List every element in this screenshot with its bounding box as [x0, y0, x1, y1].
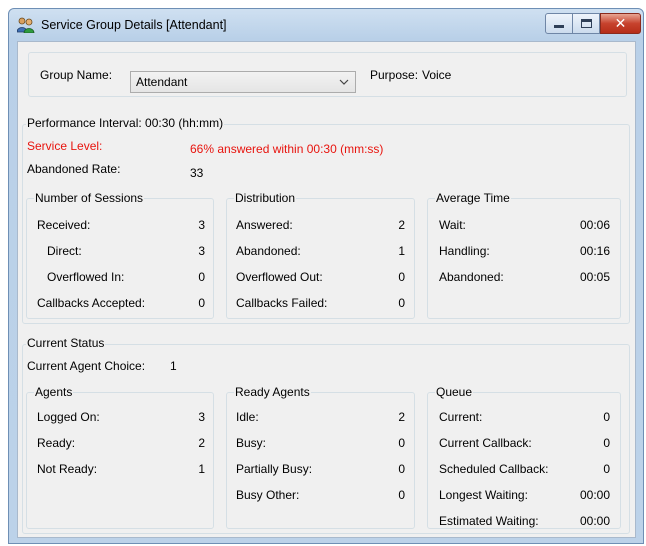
- estimated-waiting-value: 00:00: [579, 514, 610, 528]
- wait-value: 00:06: [579, 218, 610, 232]
- chevron-down-icon: [339, 79, 349, 85]
- performance-interval-panel: Performance Interval: 00:30 (hh:mm) Serv…: [22, 117, 630, 324]
- longest-waiting-value: 00:00: [579, 488, 610, 502]
- callbacks-accepted-label: Callbacks Accepted:: [37, 296, 146, 310]
- overflowed-out-value: 0: [398, 270, 405, 284]
- dialog-client-area: Group Name: Attendant Purpose: Voice Per…: [17, 41, 636, 538]
- queue-current-label: Current:: [439, 410, 483, 424]
- agents-group: Agents Logged On: 3 Ready: 2 Not Ready: …: [26, 386, 214, 529]
- group-name-label: Group Name:: [40, 68, 113, 82]
- ready-agents-group: Ready Agents Idle: 2 Busy: 0 Partially B…: [226, 386, 415, 529]
- service-level-label: Service Level:: [27, 139, 103, 153]
- not-ready-value: 1: [198, 462, 205, 476]
- current-agent-choice-value: 1: [170, 359, 177, 373]
- partially-busy-value: 0: [398, 462, 405, 476]
- average-time-group: Average Time Wait: 00:06 Handling: 00:16…: [427, 192, 621, 319]
- idle-label: Idle:: [236, 410, 259, 424]
- number-of-sessions-group: Number of Sessions Received: 3 Direct: 3…: [26, 192, 214, 319]
- group-name-dropdown[interactable]: Attendant: [130, 71, 356, 93]
- purpose-value: Voice: [422, 68, 452, 82]
- abandoned-label: Abandoned:: [236, 244, 301, 258]
- received-label: Received:: [37, 218, 91, 232]
- group-panel: Group Name: Attendant Purpose: Voice: [28, 52, 627, 97]
- minimize-button[interactable]: [545, 13, 573, 34]
- current-status-title: Current Status: [26, 336, 106, 350]
- performance-interval-title: Performance Interval: 00:30 (hh:mm): [26, 116, 225, 130]
- distribution-title: Distribution: [234, 191, 297, 205]
- callbacks-accepted-value: 0: [198, 296, 205, 310]
- handling-value: 00:16: [579, 244, 610, 258]
- ready-label: Ready:: [37, 436, 76, 450]
- longest-waiting-label: Longest Waiting:: [439, 488, 528, 502]
- current-status-panel: Current Status Current Agent Choice: 1 A…: [22, 337, 630, 534]
- agents-title: Agents: [34, 385, 74, 399]
- average-time-title: Average Time: [435, 191, 511, 205]
- current-agent-choice-label: Current Agent Choice:: [27, 359, 146, 373]
- title-bar[interactable]: Service Group Details [Attendant] ✕: [9, 9, 643, 41]
- overflowed-in-label: Overflowed In:: [47, 270, 125, 284]
- received-value: 3: [198, 218, 205, 232]
- ready-agents-title: Ready Agents: [234, 385, 311, 399]
- service-group-details-window: Service Group Details [Attendant] ✕ Grou…: [8, 8, 644, 544]
- handling-label: Handling:: [439, 244, 490, 258]
- wait-label: Wait:: [439, 218, 466, 232]
- overflowed-out-label: Overflowed Out:: [236, 270, 323, 284]
- callbacks-failed-label: Callbacks Failed:: [236, 296, 328, 310]
- avg-abandoned-label: Abandoned:: [439, 270, 504, 284]
- overflowed-in-value: 0: [198, 270, 205, 284]
- avg-abandoned-value: 00:05: [579, 270, 610, 284]
- close-button[interactable]: ✕: [600, 13, 641, 34]
- answered-label: Answered:: [236, 218, 293, 232]
- idle-value: 2: [398, 410, 405, 424]
- direct-value: 3: [198, 244, 205, 258]
- maximize-icon: [580, 19, 592, 28]
- service-level-value: 66% answered within 00:30 (mm:ss): [190, 142, 384, 156]
- busy-other-value: 0: [398, 488, 405, 502]
- number-of-sessions-title: Number of Sessions: [34, 191, 145, 205]
- minimize-icon: [554, 25, 564, 28]
- estimated-waiting-label: Estimated Waiting:: [439, 514, 539, 528]
- abandoned-value: 1: [398, 244, 405, 258]
- abandoned-rate-label: Abandoned Rate:: [27, 162, 121, 176]
- busy-value: 0: [398, 436, 405, 450]
- not-ready-label: Not Ready:: [37, 462, 98, 476]
- close-icon: ✕: [614, 15, 627, 32]
- queue-current-value: 0: [603, 410, 610, 424]
- window-title: Service Group Details [Attendant]: [41, 18, 227, 32]
- queue-group: Queue Current: 0 Current Callback: 0 Sch…: [427, 386, 621, 529]
- maximize-button[interactable]: [573, 13, 600, 34]
- busy-other-label: Busy Other:: [236, 488, 300, 502]
- purpose-label: Purpose:: [370, 68, 419, 82]
- people-app-icon: [17, 17, 35, 33]
- scheduled-callback-label: Scheduled Callback:: [439, 462, 549, 476]
- answered-value: 2: [398, 218, 405, 232]
- distribution-group: Distribution Answered: 2 Abandoned: 1 Ov…: [226, 192, 415, 319]
- abandoned-rate-value: 33: [190, 166, 204, 180]
- current-callback-value: 0: [603, 436, 610, 450]
- current-callback-label: Current Callback:: [439, 436, 532, 450]
- group-name-value: Attendant: [136, 75, 188, 89]
- busy-label: Busy:: [236, 436, 267, 450]
- scheduled-callback-value: 0: [603, 462, 610, 476]
- queue-title: Queue: [435, 385, 474, 399]
- partially-busy-label: Partially Busy:: [236, 462, 313, 476]
- ready-value: 2: [198, 436, 205, 450]
- logged-on-label: Logged On:: [37, 410, 100, 424]
- callbacks-failed-value: 0: [398, 296, 405, 310]
- logged-on-value: 3: [198, 410, 205, 424]
- direct-label: Direct:: [47, 244, 82, 258]
